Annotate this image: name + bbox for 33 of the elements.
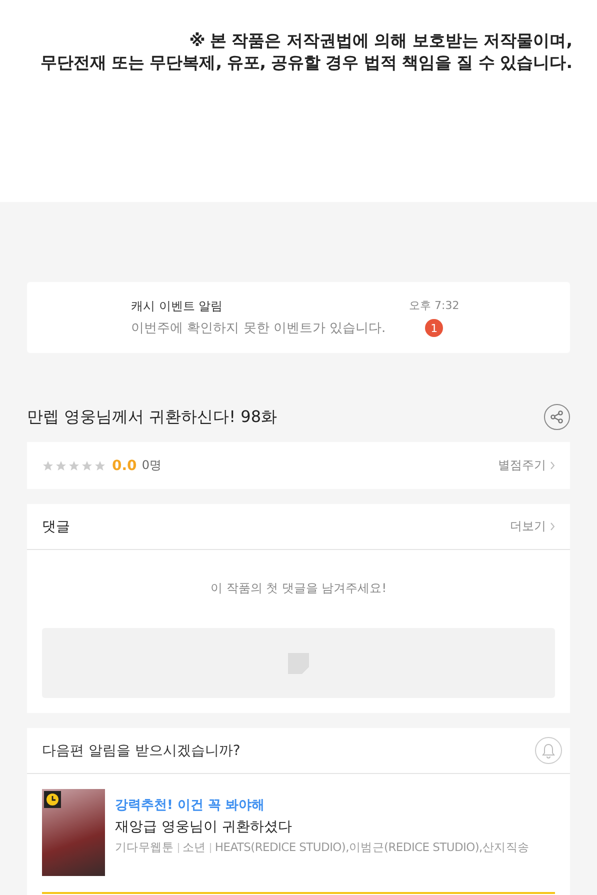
chevron-right-icon bbox=[550, 461, 555, 470]
rating-count: 0명 bbox=[142, 457, 162, 474]
star-icon bbox=[94, 460, 106, 472]
comments-title: 댓글 bbox=[42, 518, 70, 536]
rating-score: 0.0 bbox=[112, 458, 137, 474]
work-meta: HEATS(REDICE STUDIO),이범근(REDICE STUDIO),산지직송 bbox=[214, 840, 530, 855]
recommended-title[interactable]: 재앙급 영웅님이 귀환하셨다 bbox=[115, 818, 530, 836]
star-icon bbox=[81, 460, 93, 472]
star-icon bbox=[68, 460, 80, 472]
event-message: 이번주에 확인하지 못한 이벤트가 있습니다. bbox=[131, 320, 387, 337]
event-card[interactable]: 캐시 이벤트 알림 이번주에 확인하지 못한 이벤트가 있습니다. 오후 7:32 1 bbox=[27, 282, 570, 353]
star-icon bbox=[55, 460, 67, 472]
copyright-notice-line: 무단전재 또는 무단복제, 유포, 공유할 경우 법적 책임을 질 수 있습니다. bbox=[40, 52, 572, 74]
share-button[interactable] bbox=[544, 404, 570, 430]
work-meta: 소년 bbox=[182, 840, 206, 855]
comment-input-field[interactable] bbox=[42, 628, 555, 698]
work-meta: 기다무웹툰 bbox=[115, 840, 174, 855]
copyright-notice-line: ※ 본 작품은 저작권법에 의해 보호받는 저작물이며, bbox=[189, 30, 572, 52]
more-link[interactable]: 더보기 bbox=[510, 518, 555, 535]
unread-count-badge: 1 bbox=[425, 319, 444, 337]
cover-image-placeholder[interactable] bbox=[42, 789, 105, 876]
bell-icon bbox=[541, 742, 556, 758]
star-icon bbox=[42, 460, 54, 472]
share-icon bbox=[550, 410, 564, 424]
event-time: 오후 7:32 bbox=[409, 298, 460, 313]
episode-title: 만렙 영웅님께서 귀환하신다! 98화 bbox=[27, 406, 278, 428]
chevron-right-icon bbox=[550, 522, 555, 531]
notification-question: 다음편 알림을 받으시겠습니까? bbox=[42, 742, 240, 760]
clock-icon bbox=[44, 791, 61, 808]
empty-comments-message: 이 작품의 첫 댓글을 남겨주세요! bbox=[210, 580, 387, 597]
event-title: 캐시 이벤트 알림 bbox=[131, 298, 224, 315]
recommendation-tagline: 강력추천! 이건 꼭 봐야해 bbox=[115, 797, 266, 814]
rate-link[interactable]: 별점주기 bbox=[498, 457, 555, 474]
